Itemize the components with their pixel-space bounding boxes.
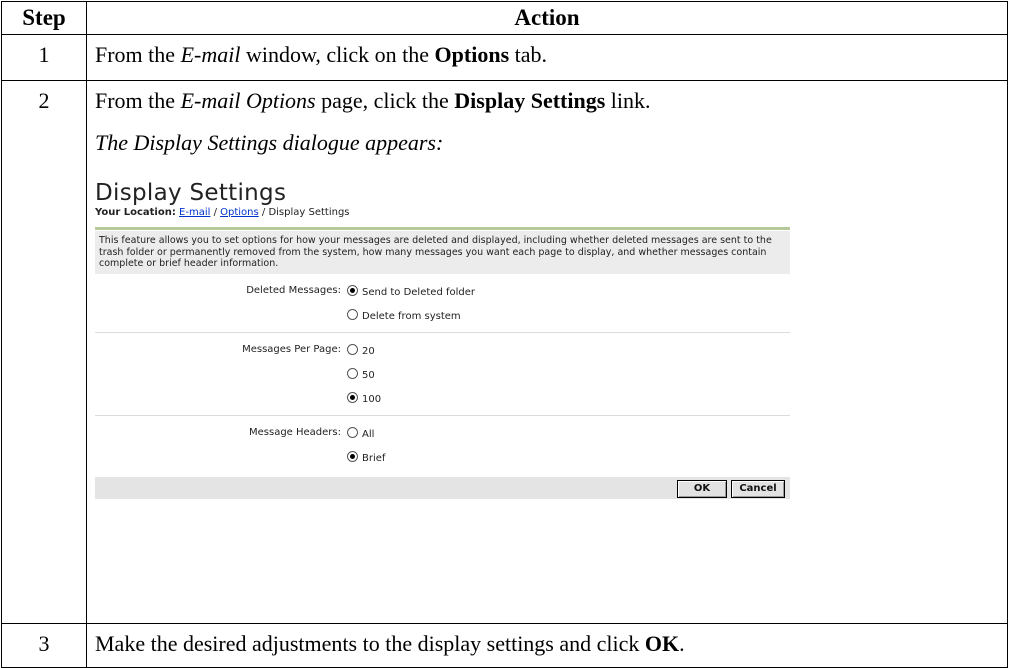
breadcrumb: Your Location: E-mail / Options / Displa… bbox=[95, 207, 350, 218]
step-number: 2 bbox=[1, 80, 87, 624]
divider bbox=[95, 227, 790, 230]
deleted-messages-label: Deleted Messages: bbox=[246, 284, 341, 296]
ui-term: Display Settings bbox=[454, 88, 606, 113]
display-settings-screenshot: Display Settings Your Location: E-mail /… bbox=[95, 180, 795, 499]
step-number: 1 bbox=[1, 34, 87, 81]
dialog-title: Display Settings bbox=[95, 180, 287, 206]
radio-icon[interactable] bbox=[347, 284, 358, 296]
location-label: Your Location: bbox=[95, 207, 176, 218]
deleted-messages-row: Deleted Messages: Send to Deleted folder… bbox=[95, 274, 790, 333]
messages-per-page-row: Messages Per Page: 20 50 100 bbox=[95, 333, 790, 416]
step-action: From the E-mail Options page, click the … bbox=[86, 80, 1008, 624]
radio-20[interactable]: 20 bbox=[347, 343, 375, 357]
radio-100[interactable]: 100 bbox=[347, 391, 381, 405]
message-headers-row: Message Headers: All Brief bbox=[95, 416, 790, 474]
step-number: 3 bbox=[1, 623, 87, 668]
breadcrumb-email-link[interactable]: E-mail bbox=[179, 207, 210, 218]
radio-brief[interactable]: Brief bbox=[347, 450, 385, 464]
page-name: E-mail Options bbox=[180, 88, 316, 113]
breadcrumb-options-link[interactable]: Options bbox=[220, 207, 259, 218]
radio-icon[interactable] bbox=[347, 391, 358, 403]
cancel-button[interactable]: Cancel bbox=[731, 479, 785, 498]
window-name: E-mail bbox=[180, 42, 241, 67]
action-header: Action bbox=[86, 1, 1008, 35]
ui-term: OK bbox=[644, 631, 680, 656]
breadcrumb-current: / Display Settings bbox=[258, 207, 350, 218]
radio-send-to-deleted[interactable]: Send to Deleted folder bbox=[347, 284, 475, 298]
radio-all[interactable]: All bbox=[347, 426, 374, 440]
table-row: 1 From the E-mail window, click on the O… bbox=[1, 34, 1008, 81]
radio-icon[interactable] bbox=[347, 450, 358, 462]
ui-term: Options bbox=[434, 42, 510, 67]
message-headers-label: Message Headers: bbox=[249, 426, 341, 438]
screenshot-caption: The Display Settings dialogue appears: bbox=[95, 130, 444, 155]
intro-text: This feature allows you to set options f… bbox=[95, 231, 790, 274]
table-row: 3 Make the desired adjustments to the di… bbox=[1, 623, 1008, 668]
table-row: 2 From the E-mail Options page, click th… bbox=[1, 80, 1008, 624]
radio-icon[interactable] bbox=[347, 367, 358, 379]
button-bar: OK Cancel bbox=[95, 476, 790, 499]
step-action: From the E-mail window, click on the Opt… bbox=[86, 34, 1008, 81]
step-action: Make the desired adjustments to the disp… bbox=[86, 623, 1008, 668]
ok-button[interactable]: OK bbox=[677, 479, 727, 498]
step-header: Step bbox=[1, 1, 87, 35]
radio-icon[interactable] bbox=[347, 426, 358, 438]
messages-per-page-label: Messages Per Page: bbox=[242, 343, 341, 355]
radio-icon[interactable] bbox=[347, 308, 358, 320]
procedure-table: Step Action 1 From the E-mail window, cl… bbox=[1, 1, 1008, 668]
radio-icon[interactable] bbox=[347, 343, 358, 355]
radio-delete-from-system[interactable]: Delete from system bbox=[347, 308, 461, 322]
radio-50[interactable]: 50 bbox=[347, 367, 375, 381]
